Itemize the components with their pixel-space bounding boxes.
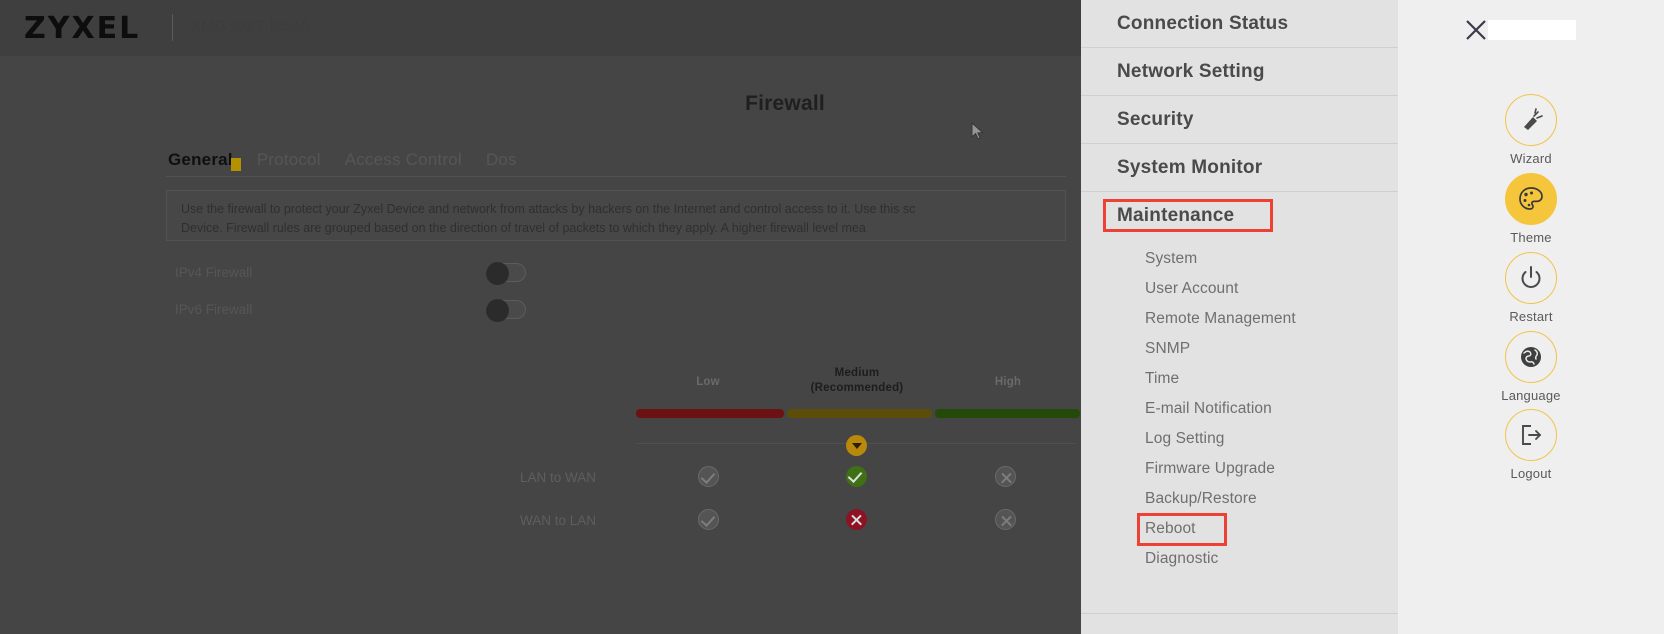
level-label-low[interactable]: Low (658, 375, 758, 390)
matrix-row-label-wan-to-lan: WAN to LAN (520, 513, 597, 528)
submenu-item-label: Time (1145, 370, 1180, 387)
submenu-item-label: E-mail Notification (1145, 400, 1272, 417)
right-sidebar: Wizard Theme Restart Language Logout (1398, 0, 1664, 634)
matrix-cell-lan-wan-high (995, 466, 1016, 487)
tab-access-control[interactable]: Access Control (345, 150, 476, 176)
submenu-item-label: User Account (1145, 280, 1239, 297)
submenu-item-label: Backup/Restore (1145, 490, 1257, 507)
submenu-item-reboot[interactable]: Reboot (1081, 513, 1398, 546)
level-label-medium-main: Medium (834, 367, 880, 379)
zyxel-logo: ZYXEL (24, 11, 141, 46)
level-bar-low[interactable] (636, 409, 784, 418)
menu-item-connection-status[interactable]: Connection Status (1081, 0, 1398, 48)
description-line-1: Use the firewall to protect your Zyxel D… (181, 202, 916, 216)
menu-item-label: Connection Status (1117, 12, 1289, 34)
submenu-item-label: Log Setting (1145, 430, 1225, 447)
globe-icon (1505, 331, 1557, 383)
tab-protocol[interactable]: Protocol (257, 150, 335, 176)
tab-general[interactable]: General (168, 150, 247, 176)
submenu-item-label: SNMP (1145, 340, 1191, 357)
level-label-high[interactable]: High (958, 375, 1058, 390)
menu-item-label: Security (1117, 108, 1194, 130)
rail-item-language[interactable]: Language (1398, 331, 1664, 403)
submenu-item-label: Firmware Upgrade (1145, 460, 1275, 477)
header-divider (172, 14, 173, 41)
tab-bar: General Protocol Access Control Dos (168, 150, 541, 176)
wizard-flashlight-icon (1505, 94, 1557, 146)
level-bar-medium[interactable] (787, 409, 932, 418)
submenu-item-backup-restore[interactable]: Backup/Restore (1081, 484, 1398, 514)
redacted-area (1488, 20, 1576, 40)
submenu-item-label: System (1145, 250, 1198, 267)
menu-main-list: Connection Status Network Setting Securi… (1081, 0, 1398, 240)
ipv4-firewall-label: IPv4 Firewall (175, 265, 253, 280)
submenu-item-label: Reboot (1145, 520, 1196, 537)
tab-dos[interactable]: Dos (486, 150, 531, 176)
tab-bar-underline (166, 176, 1066, 177)
submenu-item-system[interactable]: System (1081, 244, 1398, 274)
matrix-cell-lan-wan-medium (846, 466, 867, 487)
menu-item-maintenance[interactable]: Maintenance (1081, 192, 1398, 240)
rail-item-label: Restart (1509, 309, 1553, 324)
ipv6-firewall-label: IPv6 Firewall (175, 302, 253, 317)
rail-item-label: Logout (1510, 466, 1552, 481)
navigation-menu-panel: Connection Status Network Setting Securi… (1081, 0, 1398, 634)
submenu-item-label: Diagnostic (1145, 550, 1219, 567)
device-model-label: XMG3927-B50A (190, 18, 311, 35)
close-icon[interactable] (1464, 18, 1488, 42)
submenu-item-user-account[interactable]: User Account (1081, 274, 1398, 304)
menu-item-label: Network Setting (1117, 60, 1265, 82)
rail-item-label: Theme (1510, 230, 1552, 245)
submenu-item-label: Remote Management (1145, 310, 1296, 327)
rail-item-wizard[interactable]: Wizard (1398, 94, 1664, 166)
toggle-knob (486, 299, 509, 322)
power-icon (1505, 252, 1557, 304)
menu-sub-list: System User Account Remote Management SN… (1081, 240, 1398, 574)
menu-item-label: System Monitor (1117, 156, 1263, 178)
logout-icon (1505, 409, 1557, 461)
menu-item-system-monitor[interactable]: System Monitor (1081, 144, 1398, 192)
matrix-cell-wan-lan-high (995, 509, 1016, 530)
matrix-cell-lan-wan-low (698, 466, 719, 487)
submenu-item-email-notification[interactable]: E-mail Notification (1081, 394, 1398, 424)
ipv4-firewall-toggle[interactable] (486, 262, 526, 285)
level-label-medium[interactable]: Medium (Recommended) (807, 366, 907, 396)
rail-item-logout[interactable]: Logout (1398, 409, 1664, 481)
ipv6-firewall-toggle[interactable] (486, 299, 526, 322)
menu-item-label: Maintenance (1117, 205, 1235, 226)
app-root: ZYXEL XMG3927-B50A Firewall General Prot… (0, 0, 1664, 634)
submenu-item-firmware-upgrade[interactable]: Firmware Upgrade (1081, 454, 1398, 484)
menu-item-network-setting[interactable]: Network Setting (1081, 48, 1398, 96)
level-selector-marker[interactable] (846, 435, 867, 456)
matrix-cell-wan-lan-low (698, 509, 719, 530)
level-label-medium-sub: (Recommended) (810, 382, 904, 394)
menu-item-security[interactable]: Security (1081, 96, 1398, 144)
matrix-row-label-lan-to-wan: LAN to WAN (520, 470, 597, 485)
matrix-cell-wan-lan-medium (846, 509, 867, 530)
firewall-description-box: Use the firewall to protect your Zyxel D… (166, 190, 1066, 241)
rail-item-restart[interactable]: Restart (1398, 252, 1664, 324)
description-line-2: Device. Firewall rules are grouped based… (181, 221, 866, 235)
rail-item-label: Language (1501, 388, 1561, 403)
submenu-item-log-setting[interactable]: Log Setting (1081, 424, 1398, 454)
menu-bottom-divider (1081, 613, 1398, 614)
submenu-item-diagnostic[interactable]: Diagnostic (1081, 544, 1398, 574)
submenu-item-snmp[interactable]: SNMP (1081, 334, 1398, 364)
rail-item-label: Wizard (1510, 151, 1552, 166)
level-bar-high[interactable] (935, 409, 1080, 418)
toggle-knob (486, 262, 509, 285)
submenu-item-time[interactable]: Time (1081, 364, 1398, 394)
theme-palette-icon (1505, 173, 1557, 225)
rail-item-theme[interactable]: Theme (1398, 173, 1664, 245)
submenu-item-remote-management[interactable]: Remote Management (1081, 304, 1398, 334)
mouse-cursor (971, 122, 984, 140)
